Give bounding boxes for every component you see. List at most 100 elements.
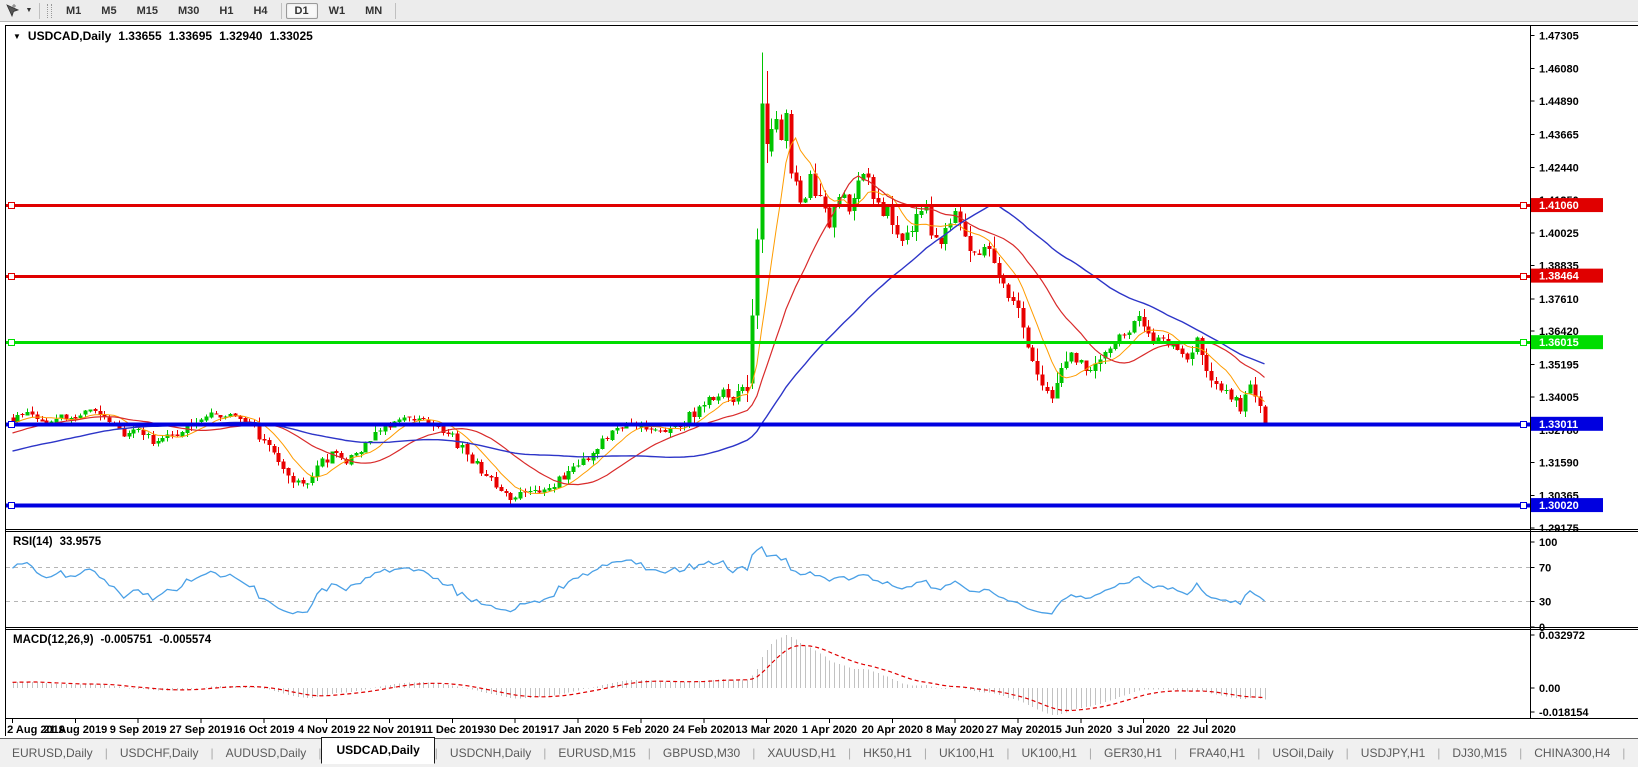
svg-text:9 Sep 2019: 9 Sep 2019 — [110, 724, 167, 736]
svg-text:1.40025: 1.40025 — [1539, 228, 1579, 240]
timeframe-button-h4[interactable]: H4 — [244, 3, 276, 19]
svg-text:1.34005: 1.34005 — [1539, 392, 1579, 404]
svg-text:0.00: 0.00 — [1539, 683, 1560, 695]
svg-text:22 Nov 2019: 22 Nov 2019 — [358, 724, 422, 736]
toolbar-separator — [280, 2, 282, 19]
svg-text:8 May 2020: 8 May 2020 — [926, 724, 984, 736]
macd-histogram — [13, 635, 1266, 715]
price-axis-labels: 1.473051.460801.448901.436651.424401.412… — [1530, 30, 1579, 535]
chart-tab-usoil-h4[interactable]: USOil,H4 — [1625, 743, 1638, 763]
svg-text:1.38464: 1.38464 — [1539, 271, 1580, 283]
svg-text:-0.018154: -0.018154 — [1539, 707, 1589, 719]
svg-text:27 Sep 2019: 27 Sep 2019 — [170, 724, 233, 736]
chart-tab-audusd-daily[interactable]: AUDUSD,Daily — [214, 743, 319, 763]
hline-1.41060[interactable] — [6, 201, 1531, 210]
svg-text:1.43665: 1.43665 — [1539, 129, 1579, 141]
pane-borders — [6, 26, 1638, 719]
chart-tab-ger30-h1[interactable]: GER30,H1 — [1092, 743, 1174, 763]
macd-name: MACD(12,26,9) — [13, 634, 94, 646]
crosshair-cursor-icon[interactable] — [2, 2, 22, 20]
svg-text:1.33011: 1.33011 — [1539, 419, 1578, 431]
timeframe-button-h1[interactable]: H1 — [210, 3, 242, 19]
svg-text:11 Dec 2019: 11 Dec 2019 — [421, 724, 483, 736]
hline-handle[interactable] — [1519, 501, 1528, 510]
hline-handle[interactable] — [7, 501, 16, 510]
candles-layer — [11, 52, 1268, 504]
svg-text:1.46080: 1.46080 — [1539, 64, 1579, 76]
hline-1.36015[interactable] — [6, 338, 1531, 347]
toolbar-grip[interactable] — [47, 3, 52, 18]
chart-tab-dj30-m15[interactable]: DJ30,M15 — [1440, 743, 1519, 763]
tool-dropdown-arrow-icon[interactable]: ▼ — [22, 7, 36, 14]
chart-window: 1.473051.460801.448901.436651.424401.412… — [5, 25, 1638, 736]
macd-pane: 0.032972 0.00 -0.018154 — [12, 630, 1589, 719]
chart-tab-eurusd-m15[interactable]: EURUSD,M15 — [546, 743, 647, 763]
chart-tab-gbpusd-m30[interactable]: GBPUSD,M30 — [651, 743, 752, 763]
svg-text:1 Apr 2020: 1 Apr 2020 — [802, 724, 857, 736]
hline-handle[interactable] — [1519, 272, 1528, 281]
hline-handle[interactable] — [1519, 201, 1528, 210]
chart-tab-china300-h4[interactable]: CHINA300,H4 — [1522, 743, 1622, 763]
hline-handle[interactable] — [7, 272, 16, 281]
price-badge-1.38464: 1.38464 — [1531, 268, 1603, 283]
svg-text:20 Apr 2020: 20 Apr 2020 — [862, 724, 923, 736]
svg-text:0.032972: 0.032972 — [1539, 630, 1585, 642]
svg-text:16 Oct 2019: 16 Oct 2019 — [233, 724, 294, 736]
price-badge-1.41060: 1.41060 — [1531, 198, 1603, 213]
hline-handle[interactable] — [7, 338, 16, 347]
chart-tab-xauusd-h1[interactable]: XAUUSD,H1 — [755, 743, 848, 763]
hline-1.38464[interactable] — [6, 272, 1531, 281]
chart-tab-uk100-h1[interactable]: UK100,H1 — [927, 743, 1006, 763]
toolbar-separator — [39, 2, 40, 19]
timeframe-button-m30[interactable]: M30 — [169, 3, 208, 19]
svg-text:24 Feb 2020: 24 Feb 2020 — [673, 724, 735, 736]
timeframe-button-mn[interactable]: MN — [356, 3, 391, 19]
rsi-value: 33.9575 — [59, 536, 102, 548]
timeframe-button-m5[interactable]: M5 — [92, 3, 125, 19]
hline-handle[interactable] — [1519, 420, 1528, 429]
macd-indicator-label: MACD(12,26,9) -0.005751 -0.005574 — [13, 634, 218, 646]
chart-tab-eurusd-daily[interactable]: EURUSD,Daily — [0, 743, 105, 763]
chart-tab-usoil-daily[interactable]: USOil,Daily — [1260, 743, 1345, 763]
timeframe-button-w1[interactable]: W1 — [320, 3, 355, 19]
svg-text:1.31590: 1.31590 — [1539, 457, 1579, 469]
hline-1.30020[interactable] — [6, 501, 1531, 510]
svg-text:30 Dec 2019: 30 Dec 2019 — [484, 724, 547, 736]
timeframe-button-d1[interactable]: D1 — [285, 2, 318, 19]
svg-text:30: 30 — [1539, 597, 1551, 609]
price-badge-1.33011: 1.33011 — [1531, 416, 1603, 431]
chart-tab-uk100-h1[interactable]: UK100,H1 — [1010, 743, 1089, 763]
timeframe-button-m1[interactable]: M1 — [57, 3, 90, 19]
quote-close: 1.33025 — [269, 29, 313, 43]
chart-context-arrow-icon[interactable]: ▼ — [13, 32, 21, 41]
ma-fast-line — [12, 136, 1265, 495]
chart-tab-usdjpy-h1[interactable]: USDJPY,H1 — [1349, 743, 1437, 763]
svg-text:1.41060: 1.41060 — [1539, 200, 1579, 212]
svg-text:27 May 2020: 27 May 2020 — [986, 724, 1050, 736]
price-badge-1.36015: 1.36015 — [1531, 335, 1603, 350]
price-chart-canvas[interactable]: 1.473051.460801.448901.436651.424401.412… — [6, 26, 1638, 736]
chart-tab-hk50-h1[interactable]: HK50,H1 — [851, 743, 924, 763]
svg-text:13 Mar 2020: 13 Mar 2020 — [735, 724, 797, 736]
macd-value: -0.005751 — [100, 634, 153, 646]
svg-text:21 Aug 2019: 21 Aug 2019 — [43, 724, 107, 736]
chart-tab-bar: EURUSD,Daily | USDCHF,Daily | AUDUSD,Daily | U… — [0, 736, 1638, 767]
rsi-pane: 10070300 — [6, 537, 1557, 634]
svg-text:5 Feb 2020: 5 Feb 2020 — [613, 724, 669, 736]
chart-tab-usdcnh-daily[interactable]: USDCNH,Daily — [438, 743, 543, 763]
timeframe-button-m15[interactable]: M15 — [128, 3, 167, 19]
hline-handle[interactable] — [7, 201, 16, 210]
time-axis-labels: 2 Aug 201921 Aug 2019 9 Sep 2019 27 Sep 20… — [7, 718, 1236, 736]
hline-handle[interactable] — [7, 420, 16, 429]
chart-tab-fra40-h1[interactable]: FRA40,H1 — [1177, 743, 1257, 763]
svg-text:17 Jan 2020: 17 Jan 2020 — [547, 724, 609, 736]
hline-handle[interactable] — [1519, 338, 1528, 347]
rsi-line — [12, 545, 1265, 615]
chart-symbol-label: USDCAD,Daily — [27, 29, 112, 43]
chart-tab-usdchf-daily[interactable]: USDCHF,Daily — [108, 743, 211, 763]
rsi-indicator-label: RSI(14) 33.9575 — [13, 536, 108, 548]
toolbar-separator — [395, 2, 397, 19]
svg-text:22 Jul 2020: 22 Jul 2020 — [1177, 724, 1236, 736]
svg-text:1.42440: 1.42440 — [1539, 163, 1579, 175]
chart-tab-usdcad-daily[interactable]: USDCAD,Daily — [321, 736, 435, 764]
